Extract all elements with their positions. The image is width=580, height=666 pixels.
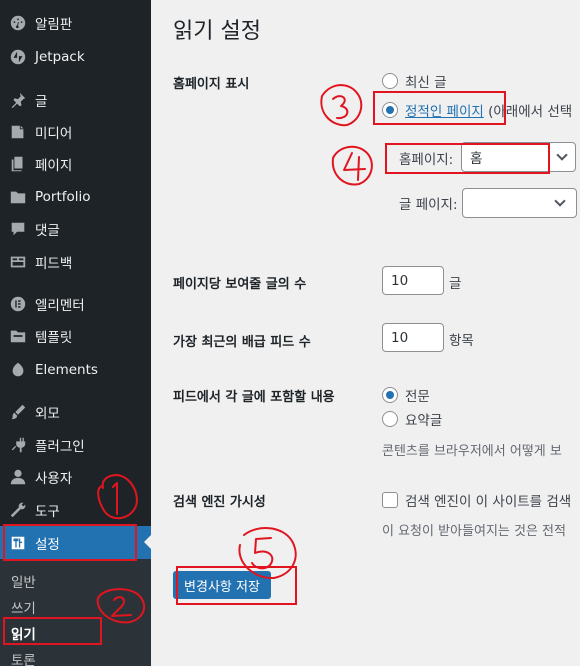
annotation-number-4 [331, 145, 373, 186]
annotation-handwriting [96, 84, 373, 624]
annotation-number-5 [238, 527, 297, 580]
annotation-number-1 [97, 474, 138, 520]
annotation-number-2 [96, 588, 146, 624]
annotation-number-3 [320, 84, 363, 127]
